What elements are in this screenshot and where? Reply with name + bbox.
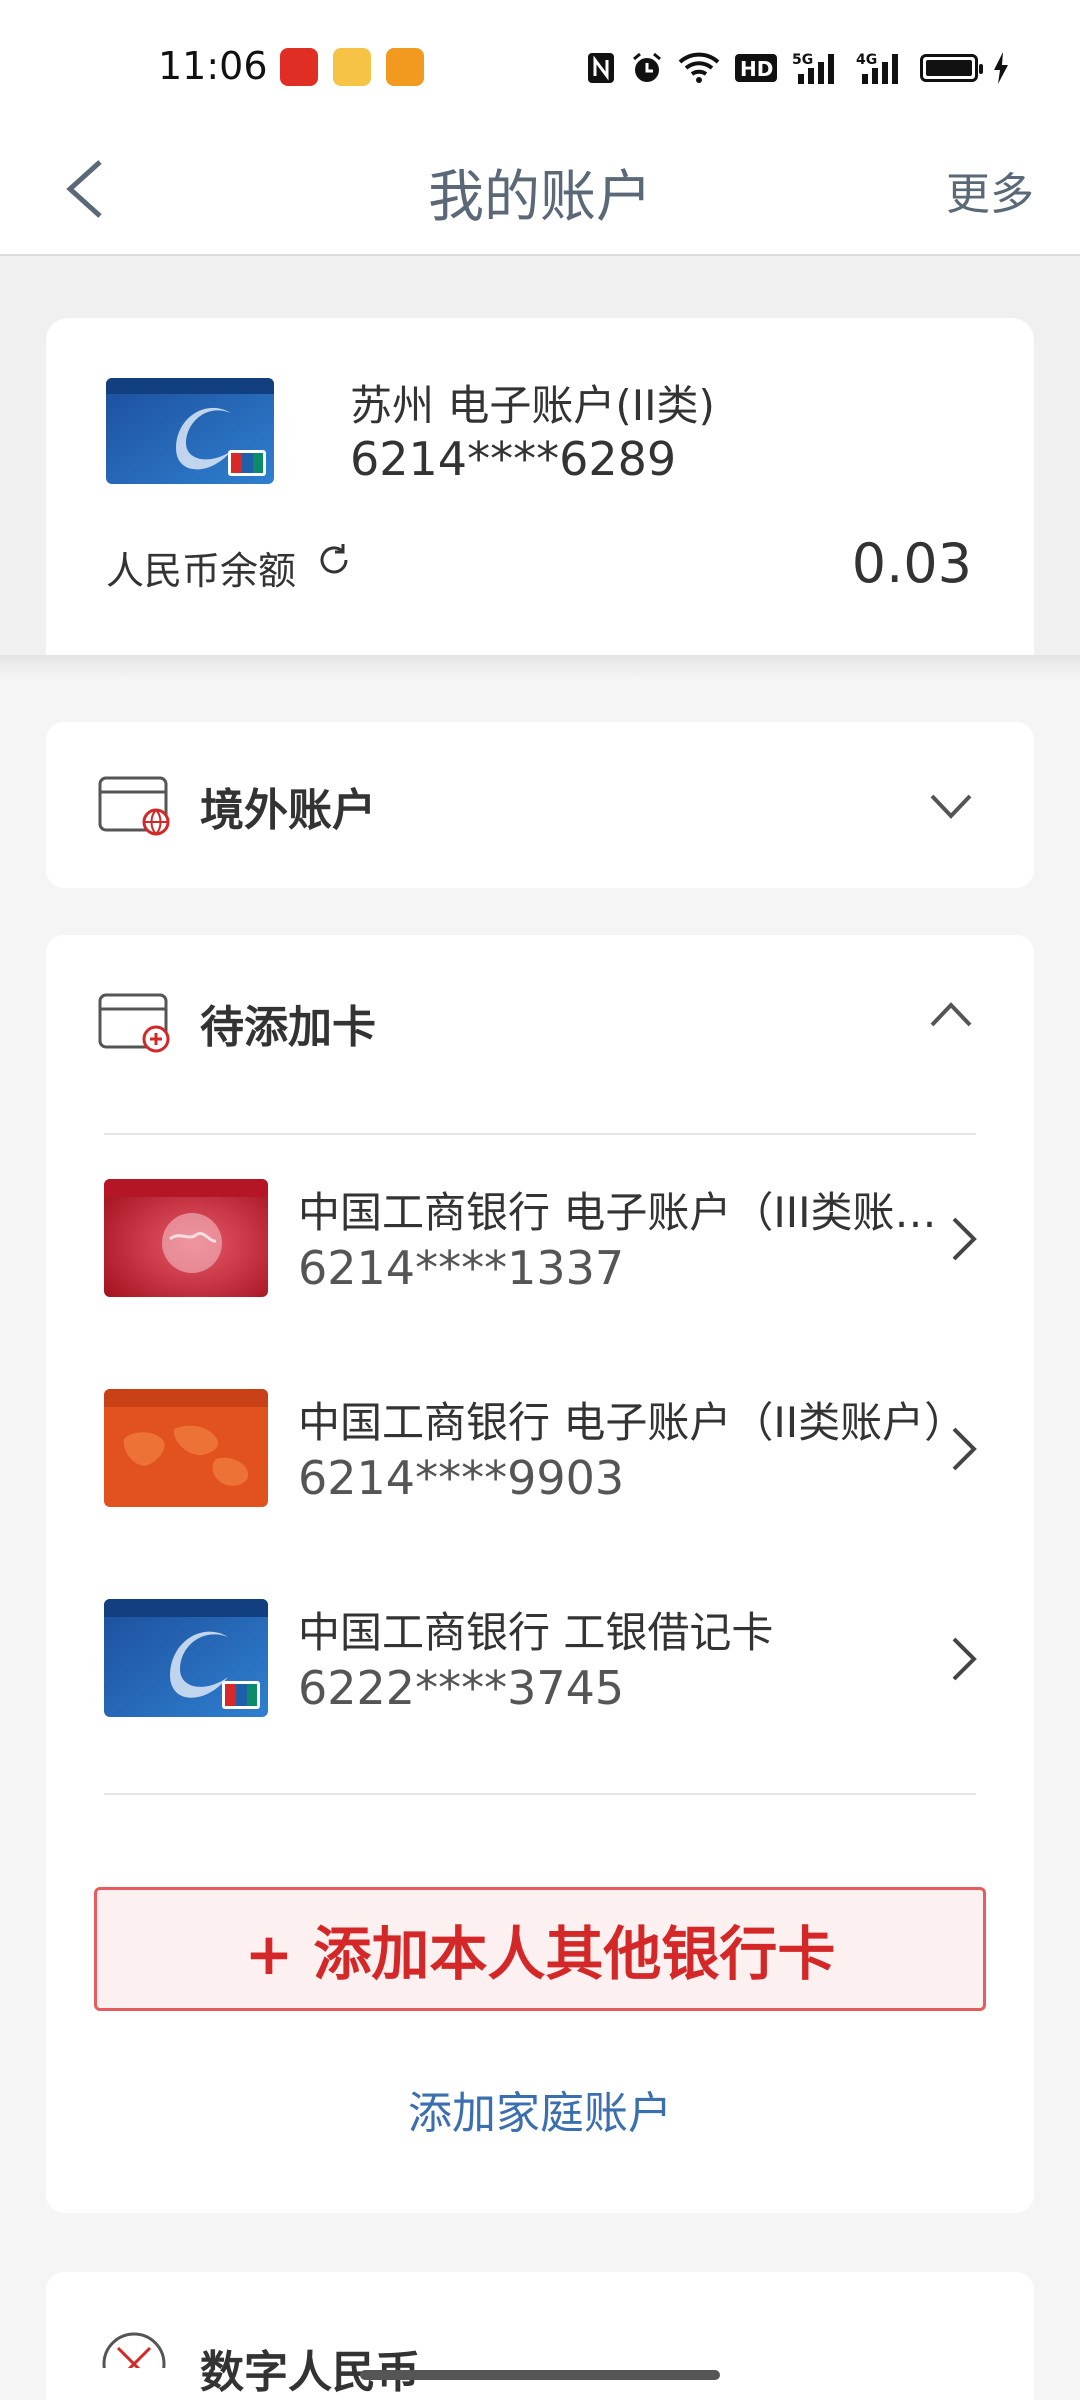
balance-value: 0.03 (851, 532, 972, 595)
chevron-right-icon (950, 1635, 978, 1683)
status-icons: HD 5G 4G (586, 48, 1010, 88)
more-button[interactable]: 更多 (946, 158, 1034, 222)
add-family-account-link[interactable]: 添加家庭账户 (46, 2077, 1034, 2141)
pending-cards-title: 待添加卡 (200, 1002, 376, 1053)
icbc-orange-map-card-image (104, 1389, 268, 1507)
pending-card-row[interactable]: 中国工商银行 工银借记卡 6222****3745 (46, 1581, 1034, 1761)
svg-text:5G: 5G (792, 52, 813, 68)
charging-icon (992, 50, 1010, 86)
digital-rmb-title: 数字人民币 (200, 2347, 420, 2398)
pinduoduo-icon (280, 48, 318, 86)
pending-card-row[interactable]: 中国工商银行 电子账户（II类账户） 6214****9903 (46, 1371, 1034, 1551)
main-card-number: 6214****6289 (350, 432, 677, 486)
pending-card-number: 6214****1337 (298, 1241, 625, 1295)
xianyu-icon (333, 48, 371, 86)
main-card-name: 苏州 电子账户(II类) (350, 381, 715, 430)
status-bar: 11:06 HD 5G 4G (0, 0, 1080, 130)
balance-label: 人民币余额 (106, 549, 297, 593)
pending-cards-section: 待添加卡 中国工商银行 电子账户（III类账户） 6214****1337 中国… (46, 935, 1034, 2213)
nfc-icon (586, 50, 616, 86)
refresh-icon[interactable] (314, 540, 354, 580)
digital-rmb-icon (98, 2328, 170, 2396)
signal-4g-icon: 4G (856, 50, 906, 86)
pending-card-bank: 中国工商银行 电子账户（III类账户） (298, 1188, 978, 1237)
status-time: 11:06 (158, 44, 268, 88)
wifi-icon (678, 50, 720, 86)
chevron-up-icon[interactable] (926, 995, 976, 1035)
icbc-red-globe-card-image (104, 1179, 268, 1297)
battery-icon (920, 54, 983, 82)
page-title: 我的账户 (428, 165, 652, 230)
signal-5g-icon: 5G (792, 50, 842, 86)
pending-card-bank: 中国工商银行 电子账户（II类账户） (298, 1398, 967, 1447)
gongyinapp-icon (386, 48, 424, 86)
alarm-icon (630, 50, 664, 86)
home-indicator[interactable] (360, 2370, 720, 2380)
divider (104, 1133, 976, 1135)
pending-card-row[interactable]: 中国工商银行 电子账户（III类账户） 6214****1337 (46, 1161, 1034, 1341)
divider (104, 1793, 976, 1795)
card-plus-icon (98, 993, 174, 1053)
chevron-down-icon[interactable] (926, 786, 976, 826)
pending-card-number: 6222****3745 (298, 1661, 625, 1715)
svg-text:HD: HD (740, 57, 773, 81)
add-other-bank-card-button[interactable]: + 添加本人其他银行卡 (94, 1887, 986, 2011)
pending-card-number: 6214****9903 (298, 1451, 625, 1505)
card-globe-icon (98, 776, 174, 836)
card-shadow (0, 655, 1080, 679)
icbc-blue-card-image (104, 1599, 268, 1717)
chevron-right-icon (950, 1425, 978, 1473)
icbc-blue-card-image (106, 378, 274, 484)
nav-bar: 我的账户 更多 (0, 130, 1080, 256)
overseas-accounts-section[interactable]: 境外账户 (46, 722, 1034, 888)
pending-card-bank: 中国工商银行 工银借记卡 (298, 1608, 774, 1657)
main-account-card[interactable]: 苏州 电子账户(II类) 6214****6289 人民币余额 0.03 (46, 318, 1034, 668)
svg-text:4G: 4G (856, 52, 877, 68)
overseas-accounts-title: 境外账户 (200, 785, 376, 836)
digital-rmb-section[interactable]: 数字人民币 (46, 2272, 1034, 2400)
chevron-right-icon (950, 1215, 978, 1263)
hd-icon: HD (734, 50, 778, 86)
